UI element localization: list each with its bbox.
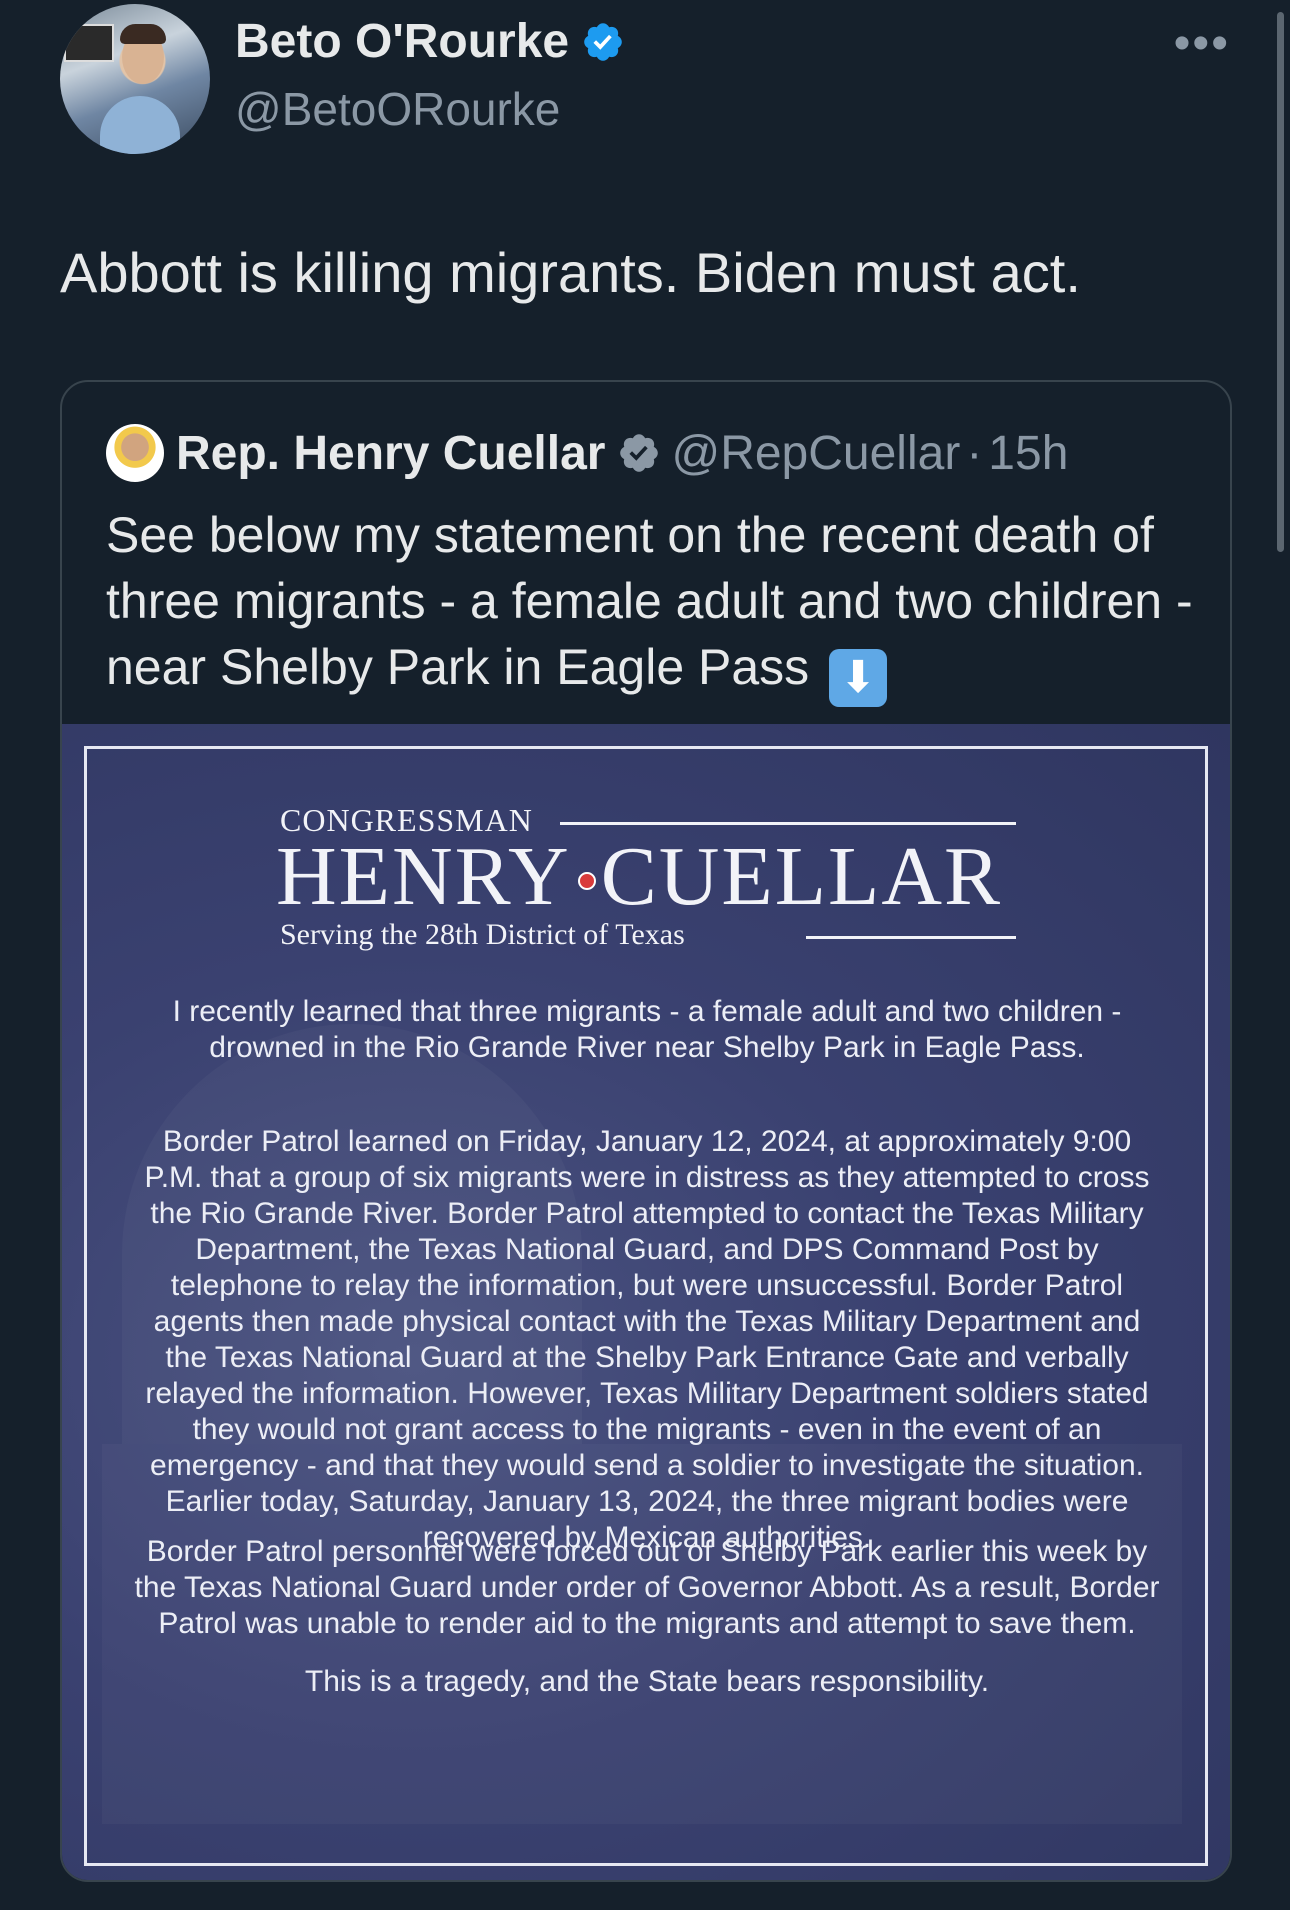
more-options-icon[interactable]: ••• (1174, 16, 1230, 71)
congressman-logo: CONGRESSMAN HENRY CUELLAR Serving the 28t… (276, 792, 1020, 951)
quoted-author-name[interactable]: Rep. Henry Cuellar (176, 426, 605, 481)
quoted-avatar[interactable] (106, 424, 164, 482)
tweet-text: Abbott is killing migrants. Biden must a… (60, 241, 1081, 304)
avatar[interactable] (60, 4, 210, 154)
tweet-header: Beto O'Rourke @BetoORourke ••• (60, 0, 1230, 160)
statement-image[interactable]: CONGRESSMAN HENRY CUELLAR Serving the 28t… (62, 724, 1230, 1880)
quoted-tweet[interactable]: Rep. Henry Cuellar @RepCuellar · 15h See… (60, 380, 1232, 1882)
statement-paragraph: Border Patrol personnel were forced out … (134, 1535, 1160, 1640)
quoted-text-body: See below my statement on the recent dea… (106, 507, 1193, 695)
protest-sign-graphic (64, 24, 114, 62)
author-name[interactable]: Beto O'Rourke (235, 14, 569, 69)
quoted-author-handle[interactable]: @RepCuellar (671, 426, 960, 481)
texas-star-icon (578, 872, 596, 890)
down-arrow-emoji-icon: ⬇ (829, 649, 888, 707)
dot-separator: · (966, 426, 983, 480)
author-handle[interactable]: @BetoORourke (235, 82, 560, 136)
author-name-row: Beto O'Rourke (235, 14, 625, 69)
logo-rule-bottom (806, 936, 1016, 939)
quoted-text: See below my statement on the recent dea… (106, 502, 1196, 707)
shirt-graphic (100, 96, 180, 154)
logo-name-first: HENRY (276, 830, 571, 923)
statement-paragraph: Border Patrol learned on Friday, January… (144, 1125, 1150, 1554)
verified-badge-gray-icon (620, 434, 659, 472)
logo-serving: Serving the 28th District of Texas (280, 918, 685, 951)
statement-paragraph: I recently learned that three migrants -… (172, 995, 1122, 1064)
scrollbar[interactable] (1277, 12, 1284, 552)
statement-closing: This is a tragedy, and the State bears r… (304, 1665, 990, 1698)
quoted-timestamp[interactable]: 15h (988, 426, 1068, 481)
quoted-header: Rep. Henry Cuellar @RepCuellar · 15h (106, 424, 1068, 482)
logo-rule-top (560, 822, 1016, 825)
verified-badge-icon (584, 22, 622, 61)
hair-graphic (120, 24, 166, 44)
logo-name-last: CUELLAR (600, 830, 1003, 923)
logo-name: HENRY CUELLAR (276, 832, 1002, 922)
